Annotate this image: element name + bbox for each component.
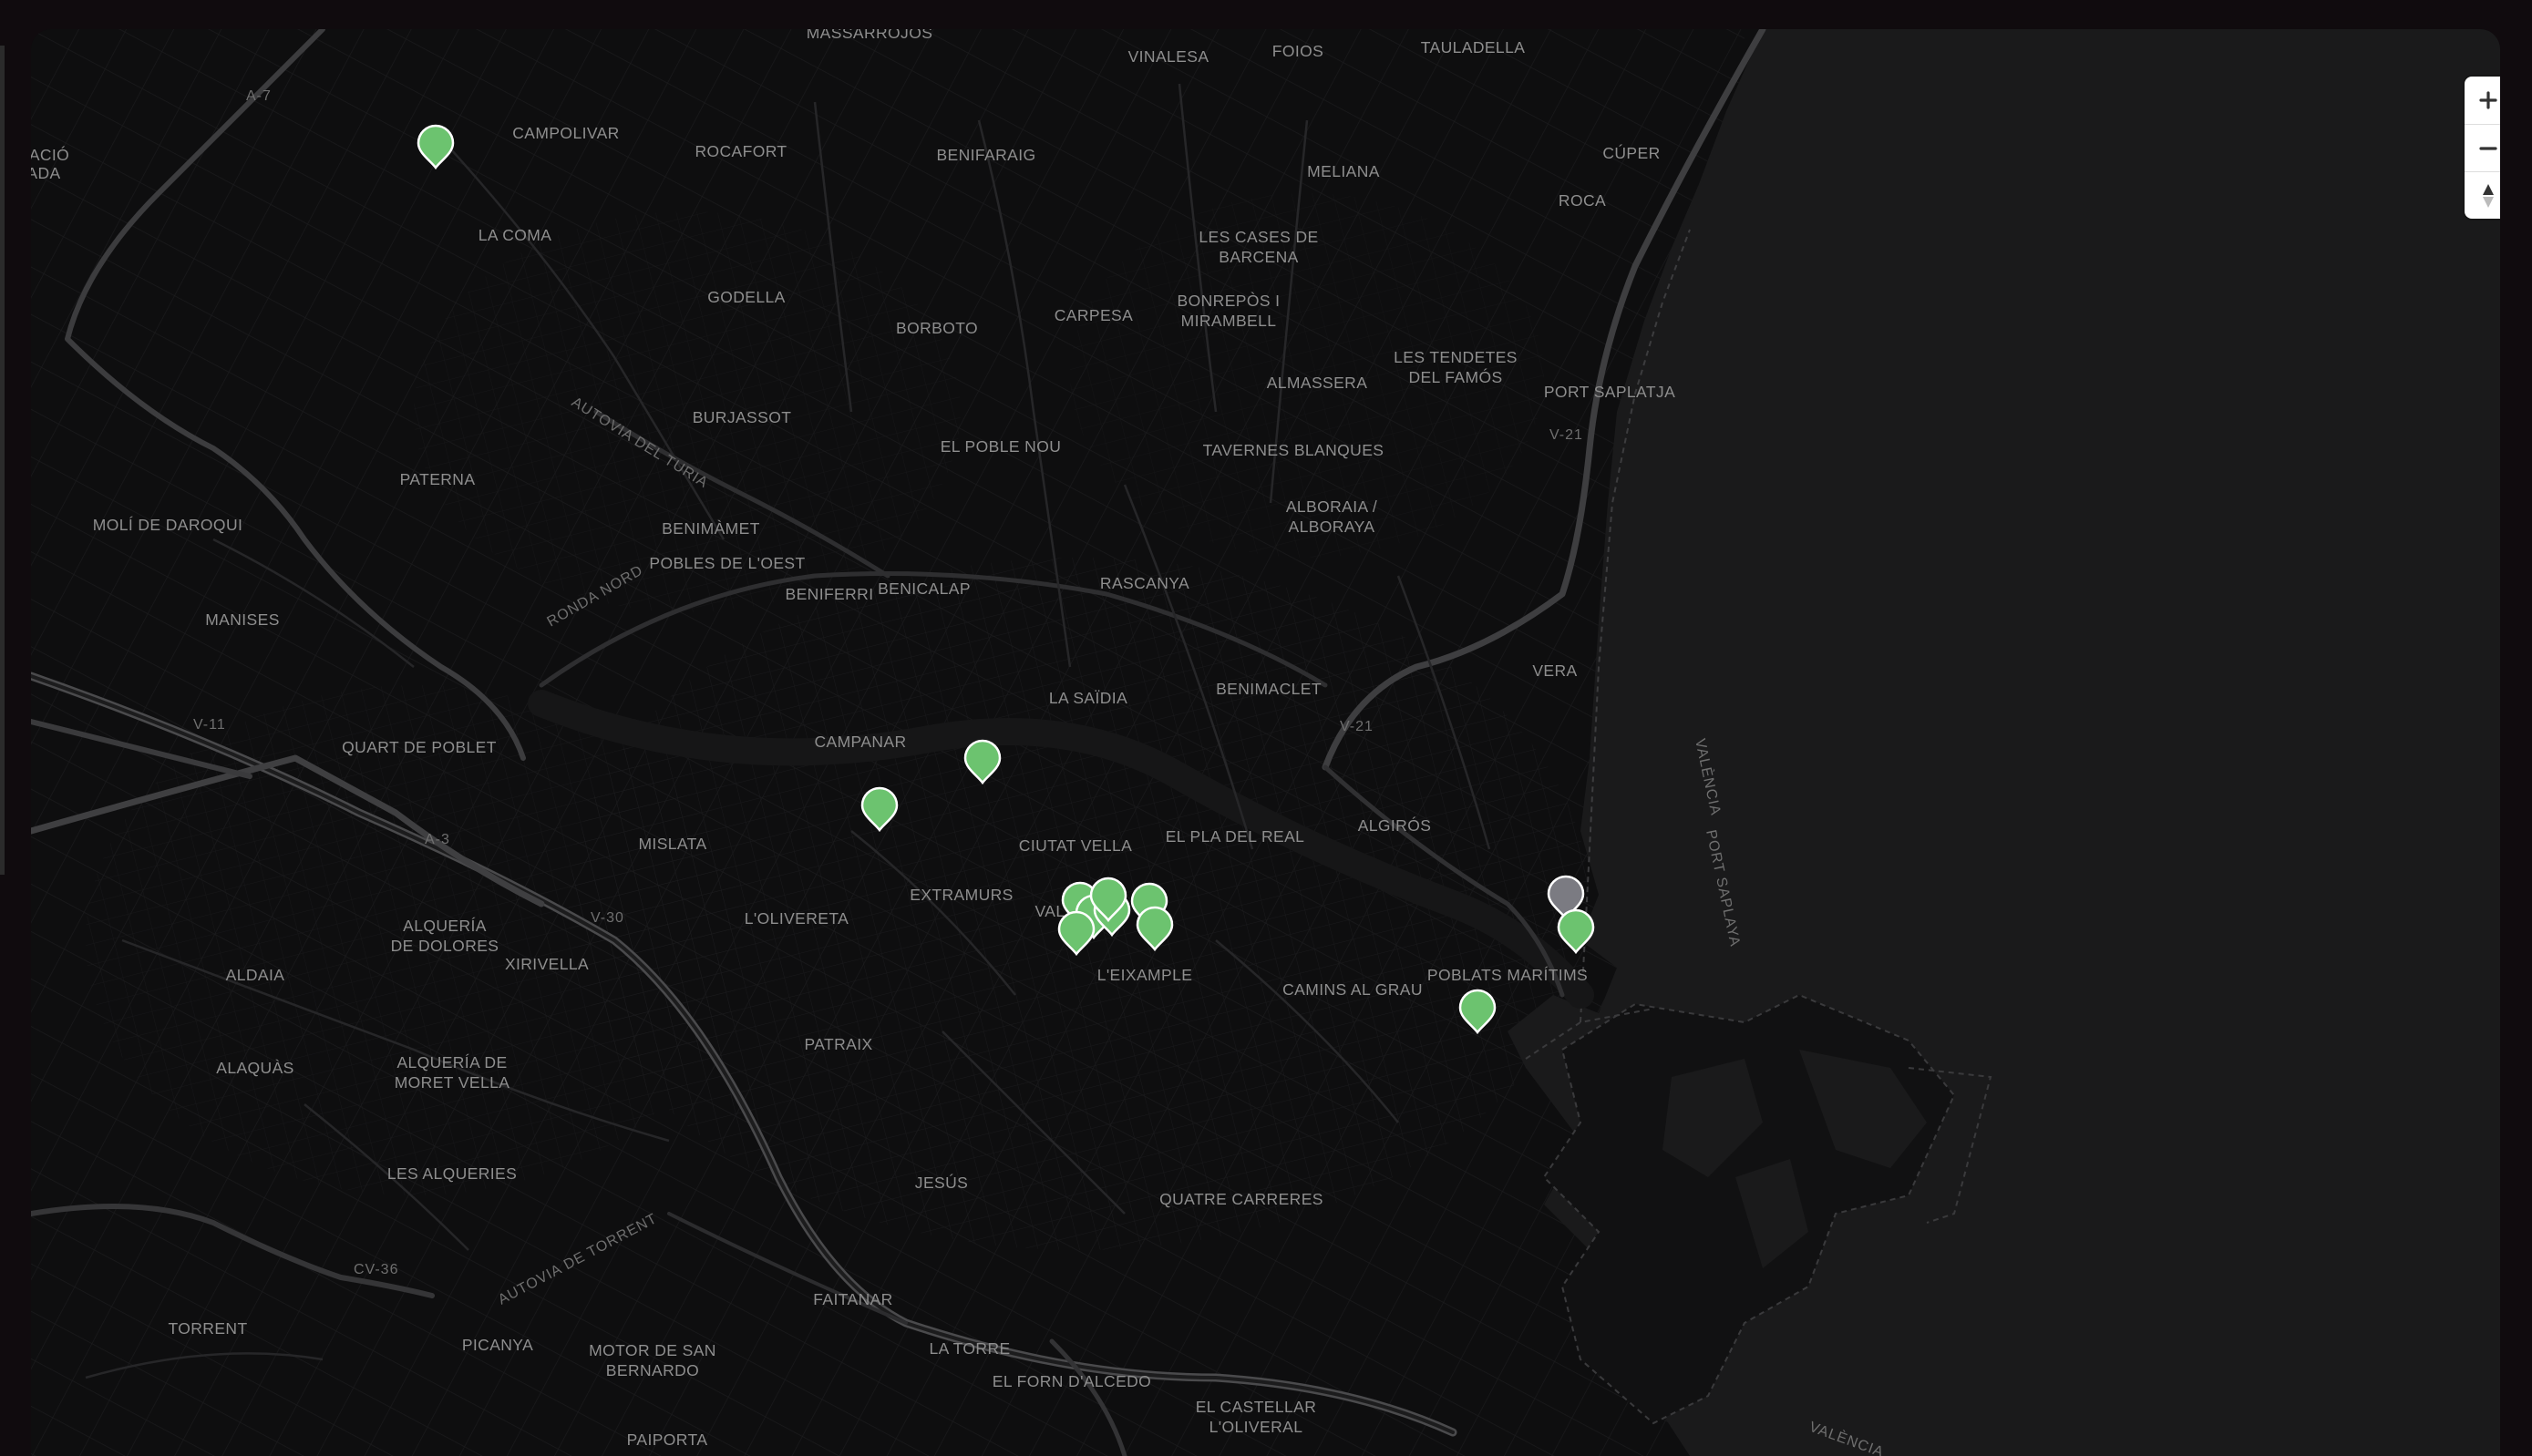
place-label: JESÚS [915, 1173, 968, 1192]
place-label: EXTRAMURS [910, 886, 1013, 904]
place-label: MIRAMBELL [1181, 312, 1277, 330]
place-label: CAMPANAR [814, 733, 906, 751]
place-label: ACIÓ [31, 145, 69, 164]
place-label: MOLÍ DE DAROQUI [93, 516, 243, 534]
zoom-out-button[interactable] [2465, 124, 2500, 171]
place-label: MELIANA [1307, 162, 1380, 180]
road-label: V-21 [1340, 719, 1374, 734]
app-frame: MASSARROJOS VINALESA FOIOS TAULADELLA CA… [0, 0, 2532, 1456]
place-label: LES TENDETES [1394, 348, 1518, 366]
zoom-in-button[interactable] [2465, 77, 2500, 124]
place-label: PORT SAPLATJA [1544, 383, 1675, 401]
place-label: BENIFARAIG [936, 146, 1035, 164]
place-label: QUATRE CARRERES [1159, 1190, 1323, 1208]
place-label: LA COMA [479, 226, 552, 244]
place-label: LA SAÏDIA [1049, 689, 1127, 707]
place-label: ADA [31, 164, 61, 182]
place-label: CAMINS AL GRAU [1282, 980, 1423, 999]
place-label: PATRAIX [804, 1035, 872, 1053]
place-label: ALQUERÍA [403, 917, 487, 935]
place-label: TAVERNES BLANQUES [1203, 441, 1384, 459]
place-label: CIUTAT VELLA [1019, 836, 1132, 855]
place-label: BARCENA [1219, 248, 1298, 266]
place-label: L'OLIVERAL [1209, 1418, 1303, 1436]
place-label: GODELLA [707, 288, 785, 306]
reset-bearing-button[interactable] [2465, 171, 2500, 219]
place-label: MANISES [205, 610, 280, 629]
place-label: BORBOTO [896, 319, 978, 337]
place-label: CARPESA [1055, 306, 1133, 324]
place-label: L'OLIVERETA [745, 909, 849, 928]
place-label: DEL FAMÓS [1408, 367, 1502, 386]
place-label: BENIMACLET [1216, 680, 1322, 698]
place-label: ALQUERÍA DE [396, 1053, 507, 1071]
place-label: BENIFERRI [786, 585, 874, 603]
place-label: FAITANAR [813, 1290, 892, 1308]
place-label: ALMASSERA [1267, 374, 1368, 392]
place-label: LES CASES DE [1199, 228, 1318, 246]
place-label: PICANYA [462, 1336, 533, 1354]
road-label: V-21 [1549, 427, 1583, 443]
place-label: VAL [1035, 902, 1065, 920]
place-label: ALBORAIA / [1286, 497, 1377, 516]
place-label: ROCA [1559, 191, 1606, 210]
place-label: ALGIRÓS [1358, 815, 1432, 835]
place-label: EL PLA DEL REAL [1166, 827, 1305, 846]
place-label: LA TORRE [929, 1339, 1010, 1358]
place-label: EL FORN D'ALCEDO [993, 1372, 1151, 1390]
place-label: MASSARROJOS [807, 29, 933, 42]
place-label: MOTOR DE SAN [589, 1341, 716, 1359]
place-label: BENICALAP [878, 579, 971, 598]
place-label: ALDAIA [226, 966, 285, 984]
minus-icon [2479, 146, 2497, 150]
place-label: EL POBLE NOU [941, 437, 1062, 456]
place-label: BENIMÀMET [662, 519, 760, 538]
place-label: DE DOLORES [391, 937, 499, 955]
place-label: BURJASSOT [693, 408, 792, 426]
place-label: TAULADELLA [1421, 38, 1526, 56]
road-label: A-7 [246, 88, 272, 104]
road-label: A-3 [425, 832, 450, 847]
place-label: MORET VELLA [395, 1073, 510, 1092]
place-label: QUART DE POBLET [342, 738, 497, 756]
place-label: EL CASTELLAR [1196, 1398, 1317, 1416]
place-label: ALBORAYA [1289, 518, 1375, 536]
place-label: POBLATS MARÍTIMS [1427, 966, 1588, 984]
map-svg[interactable]: MASSARROJOS VINALESA FOIOS TAULADELLA CA… [31, 29, 2500, 1456]
place-label: XIRIVELLA [505, 955, 589, 973]
place-label: PATERNA [400, 470, 476, 488]
map-navigation-control [2465, 77, 2500, 219]
place-label: ROCAFORT [695, 142, 787, 160]
place-label: VINALESA [1128, 47, 1209, 66]
compass-icon [2483, 183, 2494, 208]
plus-icon [2479, 91, 2497, 109]
place-label: RASCANYA [1100, 574, 1189, 592]
place-label: L'EIXAMPLE [1097, 966, 1193, 984]
place-label: MISLATA [638, 835, 706, 853]
place-label: BERNARDO [606, 1361, 699, 1379]
place-label: ALAQUÀS [216, 1059, 293, 1077]
place-label: CAMPOLIVAR [512, 124, 619, 142]
road-label: CV-36 [354, 1262, 398, 1277]
road-label: V-11 [193, 717, 226, 733]
place-label: VERA [1532, 661, 1577, 680]
place-label: POBLES DE L'OEST [649, 554, 805, 572]
place-label: PAIPORTA [627, 1430, 708, 1449]
place-label: TORRENT [168, 1319, 247, 1338]
place-label: LES ALQUERIES [387, 1164, 517, 1183]
road-label: V-30 [591, 910, 624, 926]
place-label: BONREPÒS I [1178, 291, 1281, 310]
place-label: CÚPER [1602, 143, 1660, 162]
place-label: FOIOS [1272, 42, 1323, 60]
map-canvas[interactable]: MASSARROJOS VINALESA FOIOS TAULADELLA CA… [31, 29, 2500, 1456]
side-panel-edge [0, 46, 5, 875]
